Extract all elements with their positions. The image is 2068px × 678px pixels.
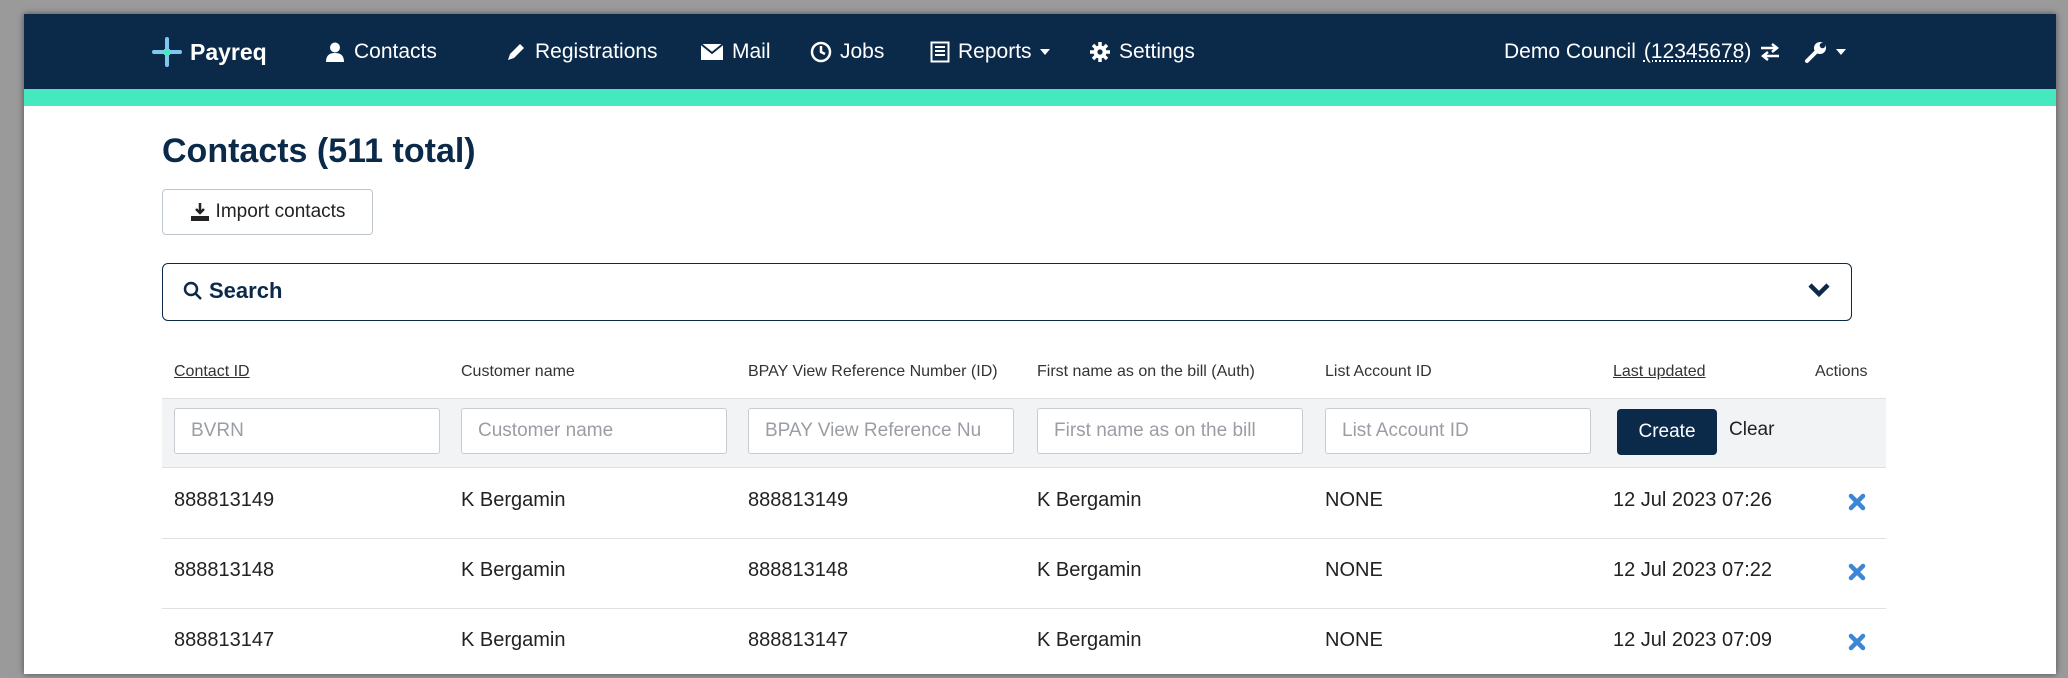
caret-down-icon — [1039, 49, 1050, 55]
cell-customer-name: K Bergamin — [461, 629, 566, 651]
cell-last-updated: 12 Jul 2023 07:26 — [1613, 489, 1773, 511]
table-row: 888813148 K Bergamin 888813148 K Bergami… — [162, 539, 1886, 609]
table-row: 888813149 K Bergamin 888813149 K Bergami… — [162, 469, 1886, 539]
header-actions: Actions — [1815, 363, 1868, 380]
nav-contacts-label: Contacts — [354, 40, 437, 63]
clock-icon — [810, 41, 832, 63]
cell-list-account-id: NONE — [1325, 629, 1383, 651]
caret-down-icon — [1836, 49, 1846, 55]
table-row: 888813147 K Bergamin 888813147 K Bergami… — [162, 609, 1886, 674]
list-icon — [930, 41, 950, 63]
cell-first-name: K Bergamin — [1037, 559, 1142, 581]
top-navbar: Payreq Contacts Registrations Mail Jobs … — [24, 14, 2056, 89]
header-first-name-auth: First name as on the bill (Auth) — [1037, 363, 1255, 380]
cell-contact-id: 888813148 — [174, 559, 275, 581]
nav-contacts[interactable]: Contacts — [324, 38, 437, 66]
header-contact-id[interactable]: Contact ID — [174, 363, 250, 381]
payreq-logo-icon — [152, 37, 182, 67]
cell-first-name: K Bergamin — [1037, 629, 1142, 651]
nav-registrations-label: Registrations — [535, 40, 658, 63]
cell-list-account-id: NONE — [1325, 489, 1383, 511]
header-last-updated[interactable]: Last updated — [1613, 363, 1706, 381]
delete-icon[interactable] — [1848, 633, 1866, 651]
nav-mail[interactable]: Mail — [700, 38, 771, 66]
filter-first-name-input[interactable] — [1037, 408, 1303, 454]
filter-contact-id-input[interactable] — [174, 408, 440, 454]
nav-settings[interactable]: Settings — [1089, 38, 1195, 66]
filter-list-account-id-input[interactable] — [1325, 408, 1591, 454]
header-customer-name: Customer name — [461, 363, 575, 380]
filter-row: Create Clear — [162, 398, 1886, 468]
tools-menu[interactable] — [1804, 38, 1846, 66]
nav-reports-label: Reports — [958, 40, 1032, 63]
search-label: Search — [209, 278, 283, 303]
app-window: Payreq Contacts Registrations Mail Jobs … — [24, 14, 2056, 674]
import-icon — [190, 203, 209, 221]
account-switcher[interactable]: Demo Council (12345678) — [1504, 38, 1781, 66]
nav-jobs-label: Jobs — [840, 40, 885, 63]
search-panel[interactable]: Search — [162, 263, 1852, 321]
cell-bpay-reference: 888813149 — [748, 489, 849, 511]
account-id: (12345678) — [1643, 40, 1752, 63]
chevron-down-icon[interactable] — [1807, 282, 1831, 298]
wrench-icon — [1805, 42, 1826, 63]
cell-contact-id: 888813149 — [174, 489, 275, 511]
filter-customer-name-input[interactable] — [461, 408, 727, 454]
import-contacts-label: Import contacts — [215, 201, 346, 222]
header-list-account-id: List Account ID — [1325, 363, 1432, 380]
cell-bpay-reference: 888813148 — [748, 559, 849, 581]
search-icon — [183, 281, 202, 300]
cell-first-name: K Bergamin — [1037, 489, 1142, 511]
brand-name: Payreq — [190, 39, 267, 65]
filter-bpay-reference-input[interactable] — [748, 408, 1014, 454]
create-button[interactable]: Create — [1617, 409, 1717, 455]
import-contacts-button[interactable]: Import contacts — [162, 189, 373, 235]
switch-arrows-icon — [1761, 43, 1780, 61]
nav-registrations[interactable]: Registrations — [505, 38, 658, 66]
cell-list-account-id: NONE — [1325, 559, 1383, 581]
nav-settings-label: Settings — [1119, 40, 1195, 63]
header-bpay-reference: BPAY View Reference Number (ID) — [748, 363, 998, 380]
envelope-icon — [700, 43, 724, 60]
delete-icon[interactable] — [1848, 563, 1866, 581]
user-icon — [326, 42, 344, 62]
brand-logo[interactable]: Payreq — [152, 37, 267, 67]
search-header: Search — [183, 278, 282, 304]
page-title: Contacts (511 total) — [162, 132, 476, 170]
nav-reports[interactable]: Reports — [930, 38, 1050, 66]
pencil-icon — [508, 44, 524, 60]
cell-bpay-reference: 888813147 — [748, 629, 849, 651]
cell-contact-id: 888813147 — [174, 629, 275, 651]
nav-jobs[interactable]: Jobs — [810, 38, 884, 66]
cell-customer-name: K Bergamin — [461, 489, 566, 511]
delete-icon[interactable] — [1848, 493, 1866, 511]
cell-customer-name: K Bergamin — [461, 559, 566, 581]
accent-bar — [24, 89, 2056, 106]
cell-last-updated: 12 Jul 2023 07:22 — [1613, 559, 1773, 581]
clear-button[interactable]: Clear — [1729, 419, 1774, 441]
nav-mail-label: Mail — [732, 40, 771, 63]
gear-icon — [1090, 42, 1110, 62]
cell-last-updated: 12 Jul 2023 07:09 — [1613, 629, 1773, 651]
account-name: Demo Council — [1504, 40, 1636, 63]
